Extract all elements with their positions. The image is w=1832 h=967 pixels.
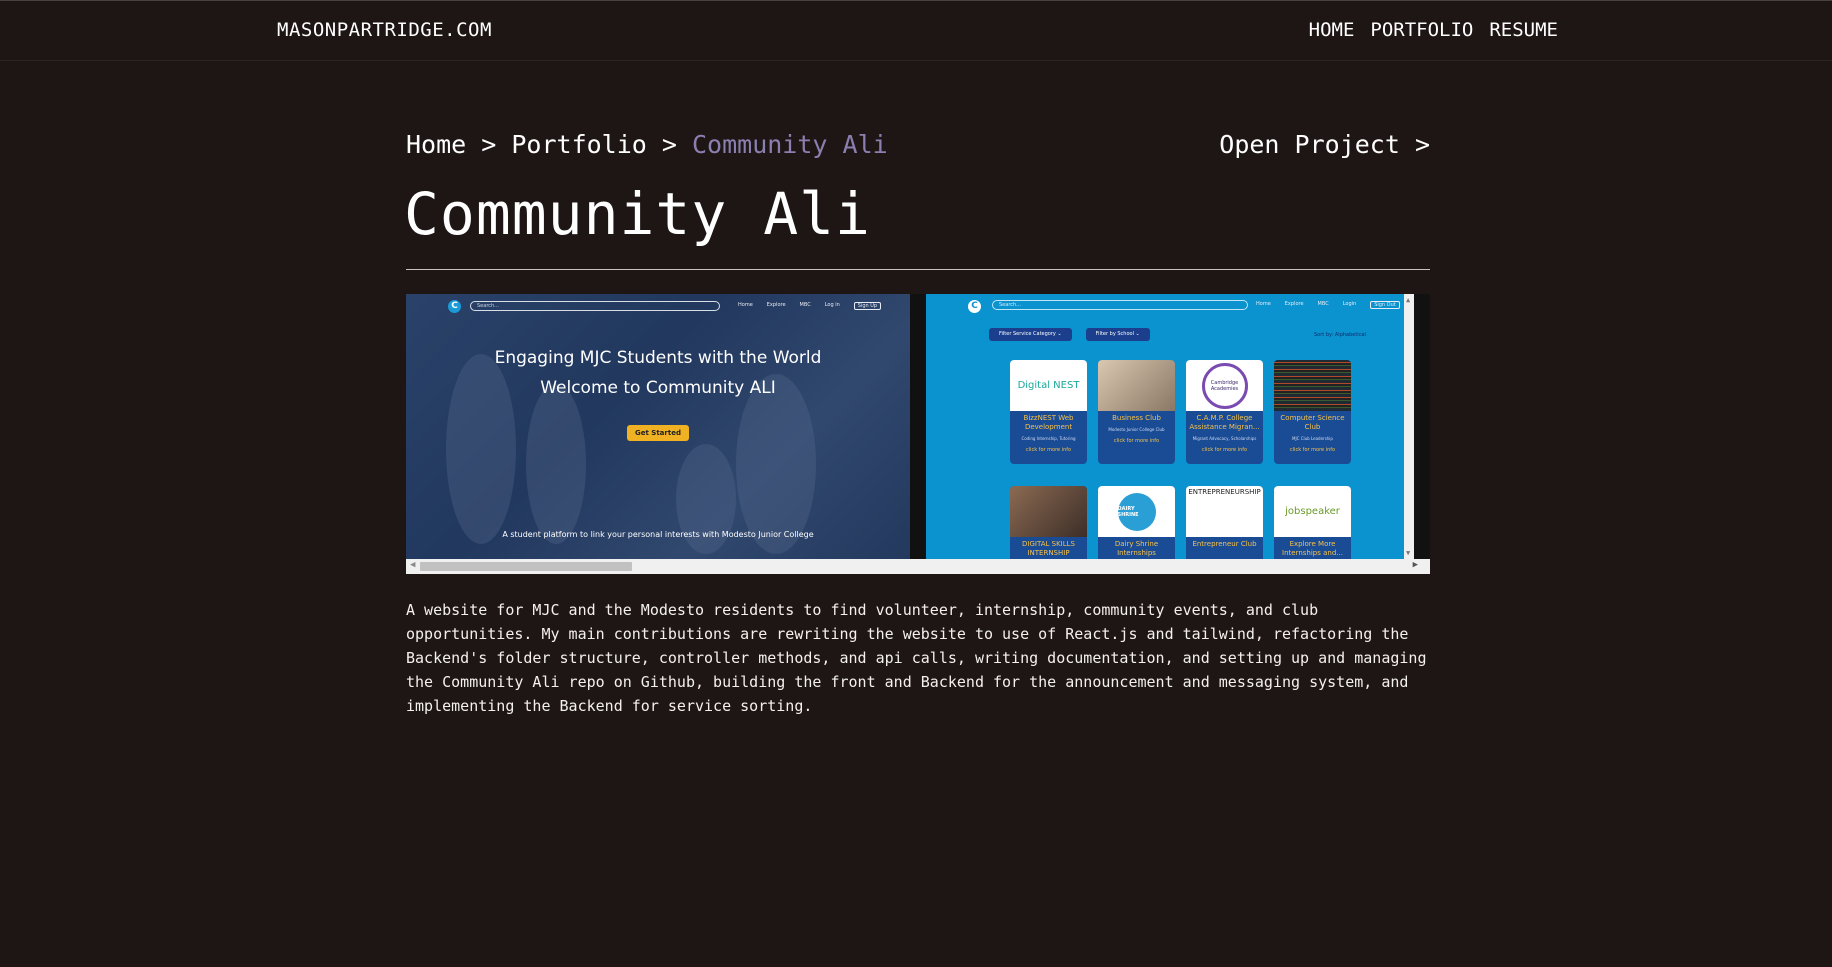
- mock-signup-button: Sign Up: [853, 302, 882, 310]
- dairy-shrine-logo-icon: DAIRY SHRINE: [1117, 492, 1156, 531]
- mock-nav-link: Login: [1342, 301, 1357, 307]
- card-photo: [1274, 360, 1351, 411]
- mock-search-input: Search...: [470, 301, 720, 311]
- mock-service-card: DAIRY SHRINE Dairy Shrine Internships: [1098, 486, 1175, 559]
- cambridge-logo-icon: Cambridge Academies: [1201, 362, 1248, 409]
- open-project-link[interactable]: Open Project >: [1219, 130, 1430, 159]
- project-screenshot-home: C Search... Home Explore MBC Log in Sign…: [406, 294, 910, 559]
- mock-service-card: Business Club Modesto Junior College Clu…: [1098, 360, 1175, 464]
- top-navbar: MASONPARTRIDGE.COM HOME PORTFOLIO RESUME: [0, 0, 1832, 61]
- card-subtitle: Coding Internship, Tutoring: [1021, 436, 1076, 441]
- card-more-link: click for more info: [1025, 447, 1072, 453]
- mock-nav-links: Home Explore MBC Log in Sign Up: [738, 302, 882, 310]
- card-subtitle: MJC Club Leadership: [1292, 436, 1333, 441]
- mock-service-card: Cambridge Academies C.A.M.P. College Ass…: [1186, 360, 1263, 464]
- breadcrumb: Home > Portfolio > Community Ali: [406, 130, 888, 159]
- site-brand-link[interactable]: MASONPARTRIDGE.COM: [277, 19, 492, 41]
- mock-hero-subheadline: Welcome to Community ALI: [540, 378, 776, 398]
- mock-category-filter: Filter Service Category ⌄: [989, 328, 1072, 341]
- card-title: Business Club: [1112, 414, 1161, 422]
- scroll-left-arrow-icon[interactable]: ◀: [410, 560, 415, 570]
- card-subtitle: Migrant Advocacy, Scholarships: [1192, 436, 1257, 441]
- project-description: A website for MJC and the Modesto reside…: [406, 601, 1427, 715]
- card-title: C.A.M.P. College Assistance Migran...: [1189, 414, 1260, 431]
- card-more-link: click for more info: [1113, 438, 1160, 444]
- page-title: Community Ali: [404, 180, 871, 248]
- gallery-horizontal-scrollbar[interactable]: ◀ ▶: [406, 559, 1430, 574]
- nav-portfolio-link[interactable]: PORTFOLIO: [1370, 19, 1473, 41]
- mock-navbar: C Search... Home Explore MBC Log in Sign…: [448, 300, 898, 314]
- mock-search-input: Search...: [992, 300, 1248, 310]
- breadcrumb-current: Community Ali: [692, 130, 888, 159]
- title-divider: [406, 269, 1430, 270]
- card-logo: ENTREPRENEURSHIP: [1186, 486, 1263, 537]
- card-title: Dairy Shrine Internships: [1114, 540, 1159, 557]
- mock-sort-label: Sort by: Alphabetical: [1314, 332, 1366, 338]
- mock-nav-link: Explore: [1284, 301, 1304, 307]
- mock-service-card: ENTREPRENEURSHIP Entrepreneur Club: [1186, 486, 1263, 559]
- mock-school-filter: Filter by School ⌄: [1085, 328, 1150, 341]
- breadcrumb-separator: >: [646, 130, 692, 159]
- scroll-up-arrow-icon: ▲: [1406, 296, 1411, 304]
- card-logo: jobspeaker: [1274, 486, 1351, 537]
- card-photo: [1010, 486, 1087, 537]
- card-more-link: click for more info: [1289, 447, 1336, 453]
- community-ali-logo-icon: C: [968, 300, 981, 313]
- breadcrumb-home-link[interactable]: Home: [406, 130, 466, 159]
- project-screenshot-explore: C Search... Home Explore MBC Login Sign …: [926, 294, 1414, 559]
- mock-get-started-button: Get Started: [627, 425, 689, 441]
- mock-service-card: Computer Science Club MJC Club Leadershi…: [1274, 360, 1351, 464]
- mock-service-card: Digital NEST BizzNEST Web Development Co…: [1010, 360, 1087, 464]
- mock-hero-headline: Engaging MJC Students with the World: [494, 348, 822, 368]
- card-more-link: click for more info: [1201, 447, 1248, 453]
- scroll-down-arrow-icon: ▼: [1406, 549, 1411, 557]
- mock-nav-link: Explore: [766, 302, 786, 308]
- breadcrumb-separator: >: [466, 130, 512, 159]
- mock-nav-link: Home: [1256, 301, 1271, 307]
- mock-vertical-scrollbar: ▲ ▼: [1404, 294, 1414, 559]
- mock-nav-link: MBC: [1317, 301, 1329, 307]
- main-nav: HOME PORTFOLIO RESUME: [1309, 19, 1558, 41]
- nav-home-link[interactable]: HOME: [1309, 19, 1355, 41]
- mock-service-card: DIGITAL SKILLS INTERNSHIP: [1010, 486, 1087, 559]
- mock-nav-links: Home Explore MBC Login Sign Out: [1256, 301, 1400, 309]
- mock-nav-link: Home: [738, 302, 753, 308]
- mock-nav-link: Log in: [824, 302, 840, 308]
- mock-filter-bar: Filter Service Category ⌄ Filter by Scho…: [989, 328, 1150, 341]
- card-subtitle: Modesto Junior College Club: [1108, 427, 1165, 432]
- card-logo: Cambridge Academies: [1186, 360, 1263, 411]
- mock-signout-button: Sign Out: [1370, 301, 1400, 309]
- mock-service-card: jobspeaker Explore More Internships and.…: [1274, 486, 1351, 559]
- card-title: DIGITAL SKILLS INTERNSHIP: [1022, 540, 1075, 557]
- card-title: Computer Science Club: [1280, 414, 1345, 431]
- card-title: Explore More Internships and...: [1282, 540, 1343, 557]
- card-title: Entrepreneur Club: [1192, 540, 1257, 548]
- scroll-right-arrow-icon[interactable]: ▶: [1413, 560, 1418, 570]
- screenshot-gallery[interactable]: C Search... Home Explore MBC Log in Sign…: [406, 294, 1430, 574]
- card-title: BizzNEST Web Development: [1023, 414, 1074, 431]
- community-ali-logo-icon: C: [448, 300, 461, 313]
- card-logo: DAIRY SHRINE: [1098, 486, 1175, 537]
- nav-resume-link[interactable]: RESUME: [1489, 19, 1558, 41]
- card-logo: Digital NEST: [1010, 360, 1087, 411]
- breadcrumb-portfolio-link[interactable]: Portfolio: [511, 130, 646, 159]
- scrollbar-thumb[interactable]: [420, 562, 632, 571]
- card-photo: [1098, 360, 1175, 411]
- mock-nav-link: MBC: [799, 302, 811, 308]
- mock-tagline: A student platform to link your personal…: [502, 530, 814, 539]
